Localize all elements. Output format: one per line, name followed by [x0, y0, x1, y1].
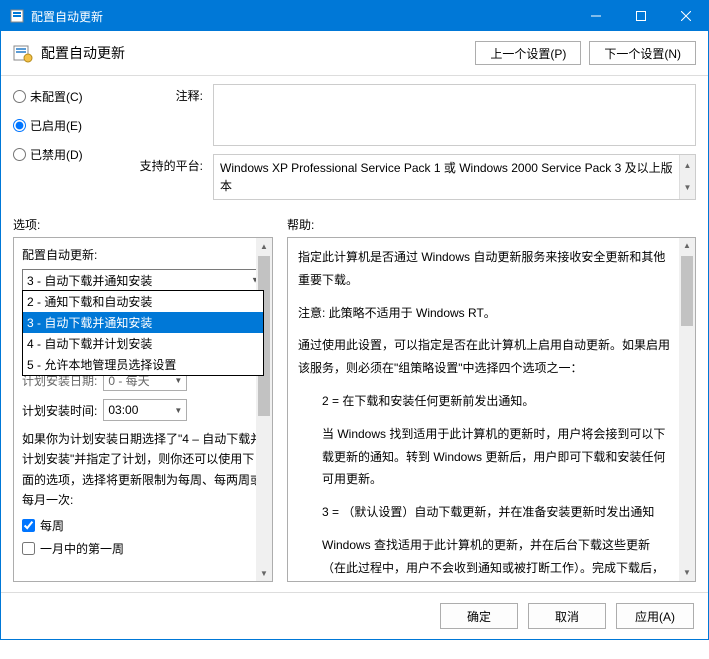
titlebar: 配置自动更新: [1, 1, 708, 31]
dropdown-item[interactable]: 5 - 允许本地管理员选择设置: [23, 354, 263, 375]
config-update-dropdown: 2 - 通知下载和自动安装 3 - 自动下载并通知安装 4 - 自动下载并计划安…: [22, 290, 264, 376]
chevron-down-icon: ▼: [174, 406, 182, 415]
supported-platform-box: Windows XP Professional Service Pack 1 或…: [213, 154, 696, 200]
options-panel: 配置自动更新: 3 - 自动下载并通知安装 ▼ 2 - 通知下载和自动安装 3 …: [13, 237, 273, 582]
header-row: 配置自动更新 上一个设置(P) 下一个设置(N): [1, 31, 708, 76]
platform-scrollbar[interactable]: ▲ ▼: [679, 155, 695, 199]
dropdown-item[interactable]: 2 - 通知下载和自动安装: [23, 291, 263, 312]
weekly-checkbox[interactable]: [22, 519, 35, 532]
radio-disabled[interactable]: 已禁用(D): [13, 146, 113, 163]
scroll-down-icon[interactable]: ▼: [256, 565, 272, 581]
maximize-button[interactable]: [618, 1, 663, 31]
help-text: 注意: 此策略不适用于 Windows RT。: [298, 302, 673, 325]
panels-row: 配置自动更新: 3 - 自动下载并通知安装 ▼ 2 - 通知下载和自动安装 3 …: [1, 237, 708, 592]
comment-label: 注释:: [123, 84, 203, 146]
help-panel: 指定此计算机是否通过 Windows 自动更新服务来接收安全更新和其他重要下载。…: [287, 237, 696, 582]
scroll-up-icon[interactable]: ▲: [679, 155, 695, 177]
supported-platform-text: Windows XP Professional Service Pack 1 或…: [220, 161, 673, 193]
policy-icon: [13, 43, 33, 63]
install-time-row: 计划安装时间: 03:00 ▼: [22, 399, 264, 421]
minimize-button[interactable]: [573, 1, 618, 31]
cancel-button[interactable]: 取消: [528, 603, 606, 629]
platform-row: 支持的平台: Windows XP Professional Service P…: [123, 154, 696, 200]
comment-row: 注释:: [123, 84, 696, 146]
help-text: Windows 查找适用于此计算机的更新，并在后台下载这些更新（在此过程中，用户…: [298, 534, 673, 582]
fields-column: 注释: 支持的平台: Windows XP Professional Servi…: [123, 84, 696, 200]
platform-label: 支持的平台:: [123, 154, 203, 200]
window-title: 配置自动更新: [31, 8, 573, 25]
weekly-checkbox-row[interactable]: 每周: [22, 517, 264, 534]
window-controls: [573, 1, 708, 31]
radio-enabled[interactable]: 已启用(E): [13, 117, 113, 134]
help-text: 3 = （默认设置）自动下载更新，并在准备安装更新时发出通知: [298, 501, 673, 524]
first-week-checkbox[interactable]: [22, 542, 35, 555]
comment-input[interactable]: [213, 84, 696, 146]
scroll-up-icon[interactable]: ▲: [679, 238, 695, 254]
install-time-combo[interactable]: 03:00 ▼: [103, 399, 187, 421]
scroll-up-icon[interactable]: ▲: [256, 238, 272, 254]
state-radio-group: 未配置(C) 已启用(E) 已禁用(D): [13, 84, 113, 200]
radio-disabled-input[interactable]: [13, 148, 26, 161]
config-area: 未配置(C) 已启用(E) 已禁用(D) 注释: 支持的平台: Windows …: [1, 76, 708, 216]
radio-enabled-input[interactable]: [13, 119, 26, 132]
next-setting-button[interactable]: 下一个设置(N): [589, 41, 696, 65]
apply-button[interactable]: 应用(A): [616, 603, 694, 629]
chevron-down-icon: ▼: [174, 376, 182, 385]
config-combo-wrap: 3 - 自动下载并通知安装 ▼ 2 - 通知下载和自动安装 3 - 自动下载并通…: [22, 269, 264, 291]
help-text: 当 Windows 找到适用于此计算机的更新时，用户将会接到可以下载更新的通知。…: [298, 423, 673, 491]
first-week-checkbox-row[interactable]: 一月中的第一周: [22, 540, 264, 557]
policy-title: 配置自动更新: [41, 43, 467, 63]
help-text: 通过使用此设置，可以指定是否在此计算机上启用自动更新。如果启用该服务，则必须在"…: [298, 334, 673, 380]
config-update-value: 3 - 自动下载并通知安装: [27, 272, 152, 289]
install-time-value: 03:00: [108, 403, 138, 417]
footer: 确定 取消 应用(A): [1, 592, 708, 639]
help-scrollbar[interactable]: ▲ ▼: [679, 238, 695, 581]
options-note: 如果你为计划安装日期选择了"4 – 自动下载并计划安装"并指定了计划，则你还可以…: [22, 429, 264, 511]
help-text: 指定此计算机是否通过 Windows 自动更新服务来接收安全更新和其他重要下载。: [298, 246, 673, 292]
radio-not-configured[interactable]: 未配置(C): [13, 88, 113, 105]
ok-button[interactable]: 确定: [440, 603, 518, 629]
scroll-down-icon[interactable]: ▼: [679, 565, 695, 581]
config-update-combo[interactable]: 3 - 自动下载并通知安装 ▼: [22, 269, 264, 291]
panel-labels: 选项: 帮助:: [1, 216, 708, 237]
config-update-label: 配置自动更新:: [22, 246, 264, 263]
scroll-thumb[interactable]: [681, 256, 693, 326]
app-icon: [9, 8, 25, 24]
help-text: 2 = 在下载和安装任何更新前发出通知。: [298, 390, 673, 413]
install-time-label: 计划安装时间:: [22, 402, 97, 419]
dropdown-item[interactable]: 3 - 自动下载并通知安装: [23, 312, 263, 333]
previous-setting-button[interactable]: 上一个设置(P): [475, 41, 581, 65]
dropdown-item[interactable]: 4 - 自动下载并计划安装: [23, 333, 263, 354]
scroll-down-icon[interactable]: ▼: [679, 177, 695, 199]
close-button[interactable]: [663, 1, 708, 31]
help-label: 帮助:: [287, 216, 314, 233]
policy-editor-window: 配置自动更新 配置自动更新 上一个设置(P) 下一个设置(N) 未配置(C) 已…: [0, 0, 709, 640]
options-label: 选项:: [13, 216, 273, 233]
radio-not-configured-input[interactable]: [13, 90, 26, 103]
